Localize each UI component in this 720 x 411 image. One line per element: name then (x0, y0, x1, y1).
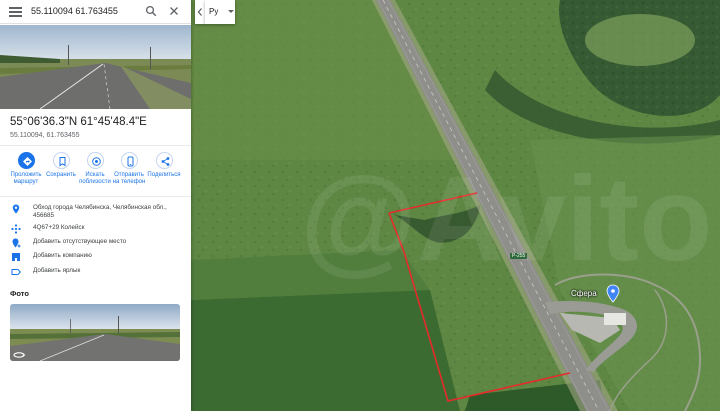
label-icon (11, 269, 21, 275)
action-label: Сохранить (46, 172, 76, 178)
chevron-left-icon (197, 8, 202, 16)
send-to-phone-button[interactable]: Отправить на телефон (110, 152, 148, 186)
add-business-text: Добавить компанию (33, 252, 92, 259)
address-line: 456685 (33, 212, 55, 219)
divider (0, 196, 191, 197)
search-input[interactable]: 55.110094 61.763455 (31, 6, 118, 16)
collapse-panel-button[interactable] (195, 0, 205, 24)
search-nearby-button[interactable]: Искать поблизости (76, 152, 114, 186)
photos-heading: Фото (10, 289, 29, 298)
gas-station-building (604, 313, 626, 325)
add-business-row[interactable]: Добавить компанию (0, 251, 191, 265)
add-label-text: Добавить ярлык (33, 267, 81, 274)
language-select[interactable]: Ру (205, 0, 235, 24)
search-bar: 55.110094 61.763455 (0, 0, 191, 24)
close-icon[interactable] (168, 5, 180, 17)
street-view-photo[interactable] (0, 25, 191, 109)
add-missing-place-text: Добавить отсутствующее место (33, 238, 127, 245)
action-label: Отправить (114, 172, 144, 178)
photo-thumbnail[interactable] (10, 304, 180, 361)
menu-icon[interactable] (9, 7, 22, 17)
add-location-icon (12, 238, 21, 248)
action-label: Проложить (10, 172, 42, 178)
share-button[interactable]: Поделиться (145, 152, 183, 179)
maps-app: @Avito Сфера P-255 Ру 55.110094 61.76345… (0, 0, 720, 411)
place-details-panel: 55.110094 61.763455 55°06'36.3"N 61°45'4… (0, 0, 191, 411)
phone-icon (120, 152, 138, 169)
action-label: Поделиться (147, 172, 181, 178)
directions-button[interactable]: Проложить маршрут (7, 152, 45, 186)
crop-field (191, 290, 460, 411)
directions-icon (17, 152, 35, 169)
road-shield-label: P-255 (510, 253, 528, 259)
search-icon[interactable] (145, 5, 157, 17)
action-label: поблизости (79, 179, 111, 185)
watermark-logo: @Avito (300, 152, 713, 286)
place-decimal-coordinates: 55.110094, 61.763455 (10, 132, 80, 139)
plus-code-text: 4Q67+29 Колейск (33, 224, 85, 231)
location-pin-icon (12, 204, 20, 214)
add-business-icon (12, 253, 20, 261)
action-buttons: Проложить маршрут Сохранить Искать побли… (0, 152, 191, 192)
field-area (585, 14, 695, 66)
place-title: 55°06'36.3"N 61°45'48.4"E (10, 116, 147, 128)
nearby-icon (86, 152, 104, 169)
add-label-row[interactable]: Добавить ярлык (0, 266, 191, 280)
share-icon (155, 152, 173, 169)
add-missing-place-row[interactable]: Добавить отсутствующее место (0, 237, 191, 251)
divider (0, 145, 191, 146)
action-label: маршрут (13, 179, 39, 185)
save-button[interactable]: Сохранить (42, 152, 80, 179)
action-label: Искать (85, 172, 105, 178)
bookmark-icon (52, 152, 70, 169)
address-text: Обход города Челябинска, Челябинская обл… (33, 204, 167, 220)
chevron-down-icon (228, 10, 234, 13)
language-select-value: Ру (209, 7, 219, 16)
action-label: на телефон (112, 179, 146, 185)
address-row[interactable]: Обход города Челябинска, Челябинская обл… (0, 203, 191, 225)
place-name-label[interactable]: Сфера (571, 289, 597, 298)
plus-code-row[interactable]: 4Q67+29 Колейск (0, 223, 191, 237)
address-line: Обход города Челябинска, Челябинская обл… (33, 204, 167, 211)
plus-code-icon (11, 224, 21, 234)
